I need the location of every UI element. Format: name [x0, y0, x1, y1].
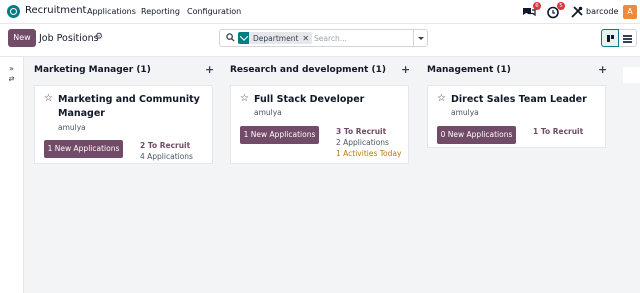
- user-avatar[interactable]: A: [623, 5, 637, 19]
- job-card-marketing-community-manager[interactable]: ☆ Marketing and Community Manager amulya…: [34, 85, 213, 164]
- sidebar-strip: » ⇅: [0, 57, 24, 293]
- column-add-icon[interactable]: +: [401, 63, 410, 76]
- job-responsible: amulya: [254, 108, 282, 117]
- search-options-toggle[interactable]: [413, 30, 427, 46]
- column-add-icon[interactable]: +: [598, 63, 607, 76]
- app-name[interactable]: Recruitment: [25, 5, 86, 16]
- remove-facet-icon[interactable]: ✕: [302, 34, 309, 43]
- menu-applications[interactable]: Applications: [87, 7, 136, 16]
- favorite-star-icon[interactable]: ☆: [44, 93, 53, 104]
- add-column-placeholder[interactable]: [623, 67, 640, 83]
- activities-badge: 5: [557, 2, 565, 10]
- messages-badge: 6: [533, 2, 541, 10]
- new-applications-button[interactable]: 1 New Applications: [240, 126, 319, 144]
- gear-icon[interactable]: ⚙: [95, 32, 103, 42]
- recruitment-app-icon[interactable]: [7, 5, 20, 18]
- search-bar[interactable]: Department ✕ Search...: [219, 29, 428, 47]
- job-title[interactable]: Full Stack Developer: [254, 93, 404, 107]
- job-card-direct-sales-team-leader[interactable]: ☆ Direct Sales Team Leader amulya 0 New …: [427, 85, 606, 148]
- applications-count-link[interactable]: 2 Applications: [336, 138, 389, 147]
- applications-count-link[interactable]: 4 Applications: [140, 152, 193, 161]
- new-button[interactable]: New: [8, 29, 36, 47]
- column-header-marketing-manager[interactable]: Marketing Manager (1): [34, 65, 151, 75]
- top-navbar: Recruitment Applications Reporting Confi…: [0, 0, 640, 24]
- job-title[interactable]: Direct Sales Team Leader: [451, 93, 601, 107]
- new-applications-button[interactable]: 0 New Applications: [437, 126, 516, 144]
- activities-today-link[interactable]: 1 Activities Today: [336, 149, 401, 158]
- group-by-icon: [238, 32, 249, 44]
- kanban-view-button[interactable]: [601, 29, 619, 47]
- column-header-management[interactable]: Management (1): [427, 65, 511, 75]
- new-applications-button[interactable]: 1 New Applications: [44, 140, 123, 158]
- to-recruit-link[interactable]: 2 To Recruit: [140, 141, 190, 150]
- list-view-button[interactable]: [619, 29, 637, 47]
- expand-sidebar-icon[interactable]: »: [9, 64, 14, 73]
- search-input[interactable]: Search...: [314, 34, 347, 43]
- kanban-area: » ⇅ Marketing Manager (1) + ☆ Marketing …: [0, 56, 640, 293]
- column-header-research-development[interactable]: Research and development (1): [230, 65, 386, 75]
- department-facet[interactable]: Department ✕: [238, 32, 313, 44]
- job-responsible: amulya: [451, 108, 479, 117]
- page-title: Job Positions: [39, 33, 99, 44]
- job-title[interactable]: Marketing and Community Manager: [58, 93, 208, 121]
- to-recruit-link[interactable]: 1 To Recruit: [533, 127, 583, 136]
- menu-reporting[interactable]: Reporting: [141, 7, 180, 16]
- column-add-icon[interactable]: +: [205, 63, 214, 76]
- to-recruit-link[interactable]: 3 To Recruit: [336, 127, 386, 136]
- tools-icon[interactable]: [570, 5, 584, 19]
- company-switcher[interactable]: barcode: [586, 7, 618, 16]
- activities-clock-icon[interactable]: 5: [546, 2, 565, 19]
- facet-label: Department: [253, 33, 299, 43]
- job-responsible: amulya: [58, 123, 86, 132]
- search-icon[interactable]: [226, 33, 235, 45]
- menu-configuration[interactable]: Configuration: [187, 7, 241, 16]
- favorite-star-icon[interactable]: ☆: [240, 93, 249, 104]
- sort-filter-icon[interactable]: ⇅: [7, 76, 15, 82]
- favorite-star-icon[interactable]: ☆: [437, 93, 446, 104]
- job-card-full-stack-developer[interactable]: ☆ Full Stack Developer amulya 1 New Appl…: [230, 85, 409, 164]
- messages-icon[interactable]: 6: [522, 2, 541, 19]
